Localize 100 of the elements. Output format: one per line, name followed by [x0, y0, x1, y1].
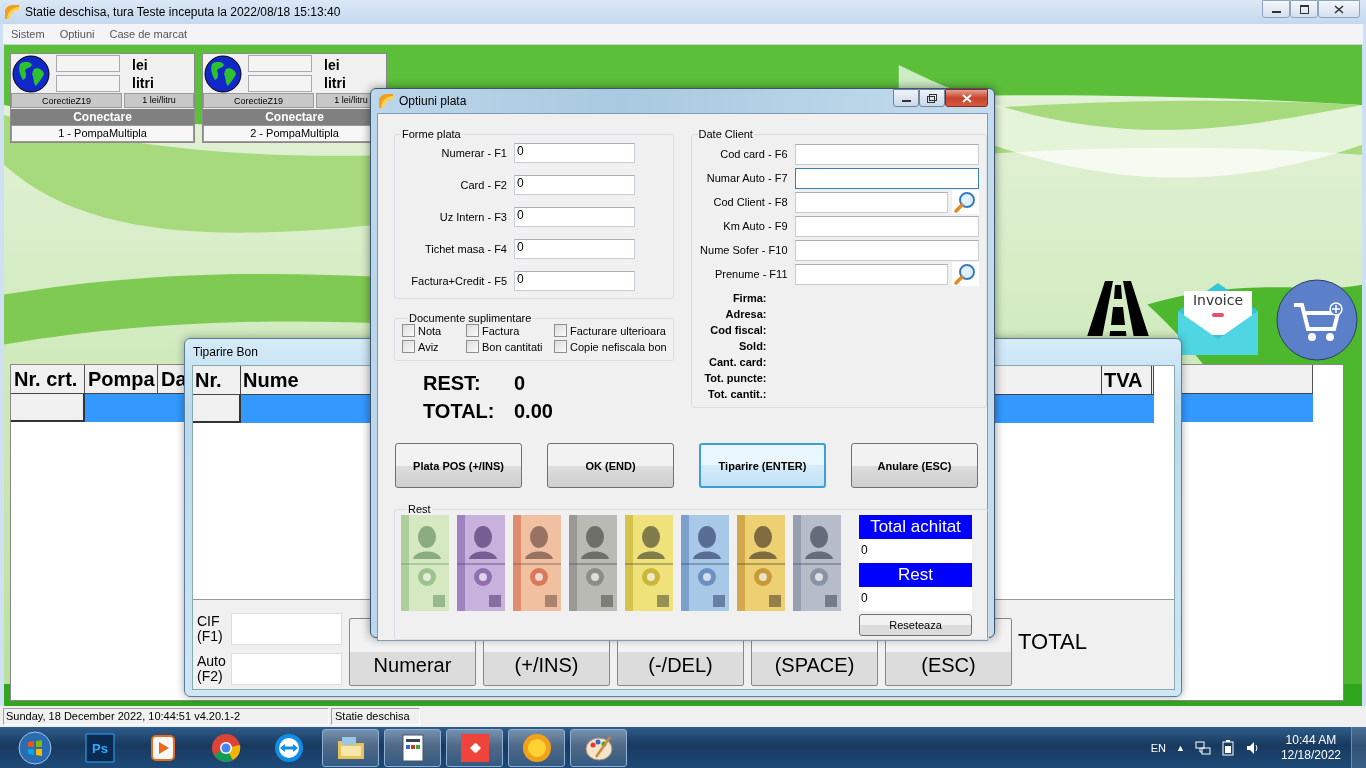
total-value: 0.00: [514, 400, 554, 423]
unit-label: litri: [132, 73, 154, 92]
search-button[interactable]: [951, 190, 979, 214]
show-desktop-button[interactable]: [1351, 727, 1366, 768]
field-label: CIF (F1): [197, 614, 224, 644]
language-indicator[interactable]: EN: [1150, 741, 1166, 754]
input-field[interactable]: [794, 167, 979, 189]
checkbox[interactable]: [402, 324, 415, 337]
minimize-button[interactable]: [1262, 0, 1290, 18]
clock-time: 10:44 AM: [1285, 732, 1337, 748]
column-header[interactable]: Nr.: [193, 366, 241, 395]
maximize-button[interactable]: [1290, 0, 1318, 18]
dialog-button[interactable]: Anulare (ESC): [851, 443, 978, 488]
menu-item[interactable]: Optiuni: [59, 28, 95, 40]
window-title: Tiparire Bon: [193, 345, 258, 359]
colored-circle-icon[interactable]: [211, 732, 241, 763]
network-icon[interactable]: [1194, 739, 1211, 756]
input-field[interactable]: 0: [514, 239, 635, 259]
checkbox-label: Nota: [418, 324, 442, 337]
checkbox-label: Factura: [482, 324, 520, 337]
input-field[interactable]: [794, 263, 948, 285]
group-title: Date Client: [697, 128, 754, 140]
total-label: TOTAL:: [423, 400, 496, 423]
field-label: Km Auto - F9: [722, 220, 789, 232]
dialog-title: Optiuni plata: [399, 94, 467, 108]
taskbar-button[interactable]: [446, 728, 503, 767]
menu-item[interactable]: Case de marcat: [109, 28, 188, 40]
rest-value: 0: [514, 372, 527, 395]
taskbar-button[interactable]: [570, 728, 627, 767]
field-label: Prenume - F11: [713, 268, 789, 280]
input-field[interactable]: 0: [514, 175, 635, 195]
input-field[interactable]: [794, 191, 948, 213]
input-field[interactable]: 0: [514, 207, 635, 227]
minimize-icon: [1271, 11, 1281, 13]
dialog-button[interactable]: OK (END): [547, 443, 674, 488]
checkbox-label: Bon cantitati: [482, 340, 543, 353]
reset-button[interactable]: Reseteaza: [859, 614, 972, 636]
info-label: Cod fiscal:: [709, 323, 767, 338]
unit-label: lei: [324, 55, 341, 74]
clock[interactable]: 10:44 AM 12/18/2022: [1280, 732, 1341, 763]
checkbox[interactable]: [554, 324, 567, 337]
field-label: Tichet masa - F4: [423, 243, 508, 255]
sun-icon: [521, 732, 552, 763]
column-header[interactable]: Pompa: [85, 365, 158, 394]
checkbox[interactable]: [402, 340, 415, 353]
column-header[interactable]: TVA: [1102, 366, 1154, 395]
letter-tile-icon[interactable]: Ps: [85, 732, 115, 763]
info-label: Adresa:: [724, 307, 767, 322]
globe-icon: [12, 54, 50, 93]
invoice-icon[interactable]: Invoice: [1178, 283, 1258, 355]
input-field[interactable]: [794, 143, 979, 165]
connect-button[interactable]: Conectare: [11, 109, 194, 125]
play-icon[interactable]: [148, 732, 178, 763]
checkbox-label: Facturare ulterioara: [570, 324, 666, 337]
total-paid-header: Total achitat: [859, 515, 972, 539]
battery-icon[interactable]: [1220, 739, 1235, 756]
window-title: Statie deschisa, tura Teste inceputa la 2022/08/18 15:13:40: [25, 5, 341, 19]
checkbox[interactable]: [466, 340, 479, 353]
taskbar-button[interactable]: [322, 728, 379, 767]
field-label: Factura+Credit - F5: [410, 275, 508, 287]
taskbar-button[interactable]: [508, 728, 565, 767]
checkbox-label: Aviz: [418, 340, 439, 353]
correction-button[interactable]: CorectieZ19: [11, 93, 122, 109]
input-field[interactable]: 0: [514, 271, 635, 291]
minimize-button[interactable]: [893, 89, 919, 107]
info-label: Tot. puncte:: [703, 371, 767, 386]
correction-button[interactable]: CorectieZ19: [203, 93, 314, 109]
volume-field: [56, 75, 120, 93]
tray-expand-button[interactable]: ▲: [1176, 742, 1185, 753]
unit-label: litri: [324, 73, 346, 92]
checkbox[interactable]: [466, 324, 479, 337]
arrows-circle-icon[interactable]: [274, 732, 304, 763]
restore-button[interactable]: [919, 89, 945, 107]
rest-header: Rest: [859, 563, 972, 587]
column-header[interactable]: Nr. crt.: [11, 365, 85, 394]
close-button[interactable]: [945, 89, 988, 107]
search-button[interactable]: [951, 262, 979, 286]
taskbar-button[interactable]: [384, 728, 441, 767]
close-icon: [961, 93, 972, 103]
info-label: Cant. card:: [708, 355, 767, 370]
dialog-button[interactable]: Plata POS (+/INS): [395, 443, 522, 488]
input-field[interactable]: 0: [514, 143, 635, 163]
menu-item[interactable]: Sistem: [11, 28, 45, 40]
info-label: Tot. cantit.:: [707, 387, 767, 402]
input-field[interactable]: [794, 239, 979, 261]
field-label: Numar Auto - F7: [705, 172, 789, 184]
price-label: 1 lei/litru: [124, 93, 194, 109]
globe-icon: [204, 54, 242, 93]
field-label: Cod Client - F8: [712, 196, 789, 208]
minimize-icon: [901, 100, 911, 102]
pump-name: 1 - PompaMultipla: [11, 125, 194, 142]
close-button[interactable]: [1318, 0, 1360, 18]
checkbox[interactable]: [554, 340, 567, 353]
group-title: Documente suplimentare: [408, 312, 533, 324]
total-label: TOTAL: [1018, 629, 1087, 655]
input-field[interactable]: [794, 215, 979, 237]
dialog-button[interactable]: Tiparire (ENTER): [699, 443, 826, 488]
restore-icon: [927, 93, 937, 103]
rest-label: REST:: [423, 372, 482, 395]
cart-icon[interactable]: [1276, 279, 1358, 361]
